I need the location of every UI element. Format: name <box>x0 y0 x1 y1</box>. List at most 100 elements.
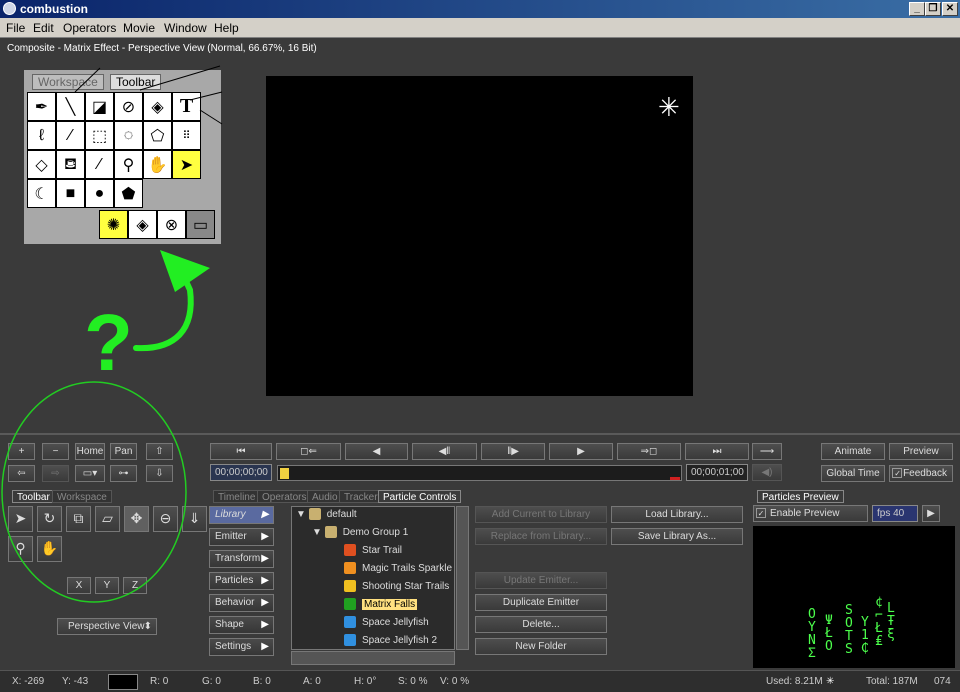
duplicate-emitter-button[interactable]: Duplicate Emitter <box>475 594 607 611</box>
enable-preview-toggle[interactable]: ✓ Enable Preview <box>753 505 868 522</box>
animate-button[interactable]: Animate <box>821 443 885 460</box>
zoom-out-button[interactable]: − <box>42 443 69 460</box>
menu-file[interactable]: File <box>6 21 25 35</box>
skew-icon[interactable]: ▱ <box>95 506 120 532</box>
tab-tracker[interactable]: Tracker <box>339 490 383 503</box>
nav-behavior[interactable]: Behavior ▶ <box>209 594 274 612</box>
arrow-right-icon[interactable]: ⇨ <box>42 465 69 482</box>
line-icon[interactable]: ╲ <box>56 92 85 121</box>
audio-icon[interactable]: ◀) <box>752 464 782 481</box>
ellipse-fill-icon[interactable]: ⊘ <box>114 92 143 121</box>
fill-bucket-icon[interactable]: ⛾ <box>56 150 85 179</box>
orbit-icon[interactable]: ⊖ <box>153 506 178 532</box>
list-item[interactable]: Space Jellyfish 2 <box>344 633 437 649</box>
emitter-icon[interactable]: ✺ <box>99 210 128 239</box>
timecode-start[interactable]: 00;00;00;00 <box>210 464 272 481</box>
lasso-icon[interactable]: ℓ <box>27 121 56 150</box>
play-icon[interactable]: ▶ <box>549 443 613 460</box>
tab-timeline[interactable]: Timeline <box>213 490 261 503</box>
tree-hscrollbar[interactable] <box>291 651 455 665</box>
load-library-button[interactable]: Load Library... <box>611 506 743 523</box>
view-select[interactable]: Perspective View ⬍ <box>57 618 157 635</box>
arrow-up-icon[interactable]: ⇧ <box>146 443 173 460</box>
zoom-in-button[interactable]: + <box>8 443 35 460</box>
axis-z-button[interactable]: Z <box>123 577 147 594</box>
minimize-button[interactable]: _ <box>909 2 925 16</box>
home-button[interactable]: Home <box>75 443 105 460</box>
polygon-fill-icon[interactable]: ◈ <box>143 92 172 121</box>
eraser-icon[interactable]: ◇ <box>27 150 56 179</box>
ellipse-select-icon[interactable]: ◌ <box>114 121 143 150</box>
list-item-selected[interactable]: Matrix Falls <box>344 597 418 613</box>
playhead[interactable] <box>280 468 289 479</box>
magic-wand-icon[interactable]: ⁄ <box>56 121 85 150</box>
list-item[interactable]: Shooting Star Trails <box>344 579 449 595</box>
fps-field[interactable]: fps 40 <box>872 505 918 522</box>
nav-library[interactable]: Library ▶ <box>209 506 274 524</box>
dot-grid-icon[interactable]: ⠿ <box>172 121 201 150</box>
hand-pan-icon[interactable]: ✋ <box>37 536 62 562</box>
tab-toolbar[interactable]: Toolbar <box>12 490 55 503</box>
select-icon[interactable]: ➤ <box>8 506 33 532</box>
feedback-toggle[interactable]: ✓ Feedback <box>889 465 953 482</box>
tab-workspace[interactable]: Workspace <box>52 490 112 503</box>
new-folder-button[interactable]: New Folder <box>475 638 607 655</box>
popup-tab-toolbar[interactable]: Toolbar <box>110 74 162 90</box>
nav-settings[interactable]: Settings ▶ <box>209 638 274 656</box>
restore-button[interactable]: ❐ <box>925 2 941 16</box>
loop-icon[interactable]: ⟶ <box>752 443 782 460</box>
rectangle-shape-icon[interactable]: ■ <box>56 179 85 208</box>
axis-x-button[interactable]: X <box>67 577 91 594</box>
tree-group[interactable]: ▼ Demo Group 1 <box>312 525 408 541</box>
add-current-button[interactable]: Add Current to Library <box>475 506 607 523</box>
list-item[interactable]: Magic Trails Sparkle <box>344 561 452 577</box>
list-item[interactable]: Space Jellyfish <box>344 615 429 631</box>
frame-back-icon[interactable]: ◀‖ <box>412 443 477 460</box>
replace-button[interactable]: Replace from Library... <box>475 528 607 545</box>
eyedropper-icon[interactable]: ⁄ <box>85 150 114 179</box>
timecode-end[interactable]: 00;00;01;00 <box>686 464 748 481</box>
arrow-select-icon[interactable]: ➤ <box>172 150 201 179</box>
frame-forward-icon[interactable]: ‖▶ <box>481 443 545 460</box>
expand-icon[interactable]: ▼ <box>296 509 306 520</box>
nav-transform[interactable]: Transform ▶ <box>209 550 274 568</box>
expand-icon[interactable]: ▼ <box>312 527 322 538</box>
nav-emitter[interactable]: Emitter ▶ <box>209 528 274 546</box>
tab-particles-preview[interactable]: Particles Preview <box>757 490 844 503</box>
menu-window[interactable]: Window <box>164 21 207 35</box>
poly-select-icon[interactable]: ⬠ <box>143 121 172 150</box>
tab-audio[interactable]: Audio <box>307 490 343 503</box>
gradient-icon[interactable]: ◪ <box>85 92 114 121</box>
tab-particle-controls[interactable]: Particle Controls <box>378 490 462 503</box>
menu-movie[interactable]: Movie <box>123 21 155 35</box>
magnify-icon[interactable]: ⚲ <box>8 536 33 562</box>
zoom-icon[interactable]: ⚲ <box>114 150 143 179</box>
popup-tab-workspace[interactable]: Workspace <box>32 74 104 90</box>
arrow-down-icon[interactable]: ⇩ <box>146 465 173 482</box>
timeline-scrubber[interactable] <box>277 465 682 481</box>
nav-particles[interactable]: Particles ▶ <box>209 572 274 590</box>
move-icon[interactable]: ✥ <box>124 506 149 532</box>
rotate-icon[interactable]: ↻ <box>37 506 62 532</box>
go-start-icon[interactable]: ⏮ <box>210 443 272 460</box>
pen-icon[interactable]: ✒ <box>27 92 56 121</box>
scale-icon[interactable]: ⧉ <box>66 506 91 532</box>
save-library-button[interactable]: Save Library As... <box>611 528 743 545</box>
list-item[interactable]: Star Trail <box>344 543 402 559</box>
nav-shape[interactable]: Shape ▶ <box>209 616 274 634</box>
point-icon[interactable]: ◈ <box>128 210 157 239</box>
dolly-icon[interactable]: ⇓ <box>182 506 207 532</box>
menu-help[interactable]: Help <box>214 21 239 35</box>
go-end-icon[interactable]: ⏭ <box>685 443 749 460</box>
axis-y-button[interactable]: Y <box>95 577 119 594</box>
text-icon[interactable]: T <box>172 92 201 121</box>
set-in-icon[interactable]: ◻⇐ <box>276 443 341 460</box>
menu-edit[interactable]: Edit <box>33 21 54 35</box>
global-time-select[interactable]: Global Time <box>821 465 885 482</box>
menu-operators[interactable]: Operators <box>63 21 116 35</box>
preview-select[interactable]: Preview <box>889 443 953 460</box>
close-button[interactable]: ✕ <box>942 2 958 16</box>
play-preview-icon[interactable]: ▶ <box>922 505 940 522</box>
freeform-shape-icon[interactable]: ☾ <box>27 179 56 208</box>
pan-button[interactable]: Pan <box>110 443 137 460</box>
